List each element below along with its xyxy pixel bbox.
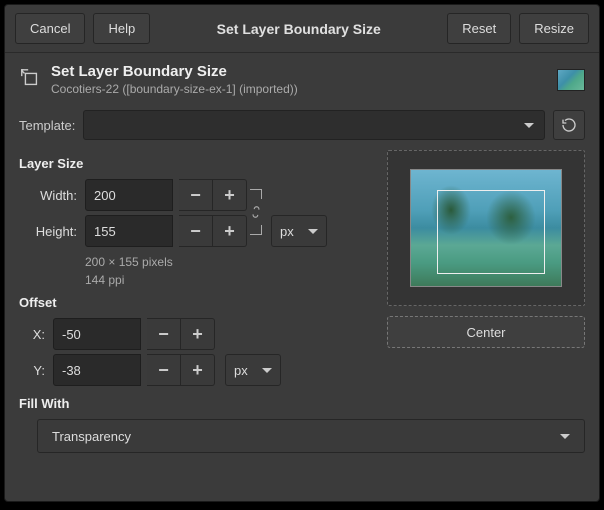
offset-y-increment[interactable]: + — [181, 354, 215, 386]
offset-y-label: Y: — [19, 363, 45, 378]
width-increment[interactable]: + — [213, 179, 247, 211]
width-label: Width: — [19, 188, 77, 203]
offset-unit-combo[interactable]: px — [225, 354, 281, 386]
offset-y-input[interactable] — [53, 354, 141, 386]
titlebar: Cancel Help Set Layer Boundary Size Rese… — [5, 5, 599, 53]
preview-canvas[interactable] — [387, 150, 585, 306]
chain-link-toggle[interactable] — [249, 203, 263, 221]
chevron-down-icon — [560, 434, 570, 439]
layer-size-label: Layer Size — [19, 156, 373, 171]
offset-x-input[interactable] — [53, 318, 141, 350]
resize-layer-icon — [19, 67, 41, 92]
dialog-title: Set Layer Boundary Size — [158, 21, 439, 37]
offset-x-label: X: — [19, 327, 45, 342]
width-input[interactable] — [85, 179, 173, 211]
height-label: Height: — [19, 224, 77, 239]
size-info-dims: 200 × 155 pixels — [85, 253, 373, 271]
width-decrement[interactable]: − — [179, 179, 213, 211]
help-button[interactable]: Help — [93, 13, 150, 44]
template-label: Template: — [19, 118, 75, 133]
template-combo[interactable] — [83, 110, 545, 140]
resize-button[interactable]: Resize — [519, 13, 589, 44]
template-reset-button[interactable] — [553, 110, 585, 140]
header-title: Set Layer Boundary Size — [51, 63, 547, 80]
cancel-button[interactable]: Cancel — [15, 13, 85, 44]
reset-button[interactable]: Reset — [447, 13, 511, 44]
fillwith-combo[interactable]: Transparency — [37, 419, 585, 453]
chevron-down-icon — [524, 123, 534, 128]
fillwith-label: Fill With — [19, 396, 585, 411]
layer-boundary-dialog: Cancel Help Set Layer Boundary Size Rese… — [4, 4, 600, 502]
center-button[interactable]: Center — [387, 316, 585, 348]
chevron-down-icon — [262, 368, 272, 373]
offset-y-decrement[interactable]: − — [147, 354, 181, 386]
offset-x-increment[interactable]: + — [181, 318, 215, 350]
reset-icon — [561, 117, 577, 133]
size-info-ppi: 144 ppi — [85, 271, 373, 289]
chevron-down-icon — [308, 229, 318, 234]
preview-image — [410, 169, 562, 287]
height-input[interactable] — [85, 215, 173, 247]
size-unit-combo[interactable]: px — [271, 215, 327, 247]
header: Set Layer Boundary Size Cocotiers-22 ([b… — [5, 53, 599, 104]
height-decrement[interactable]: − — [179, 215, 213, 247]
layer-thumbnail — [557, 69, 585, 91]
template-row: Template: — [5, 104, 599, 150]
offset-x-decrement[interactable]: − — [147, 318, 181, 350]
header-subtitle: Cocotiers-22 ([boundary-size-ex-1] (impo… — [51, 82, 547, 96]
height-increment[interactable]: + — [213, 215, 247, 247]
offset-label: Offset — [19, 295, 373, 310]
preview-bounds-rect — [437, 190, 545, 274]
